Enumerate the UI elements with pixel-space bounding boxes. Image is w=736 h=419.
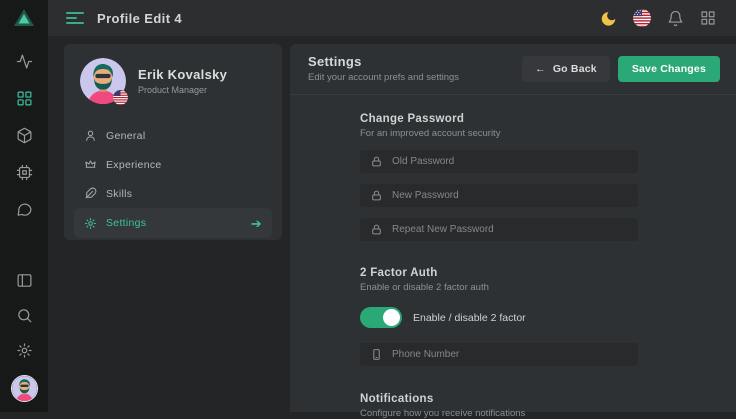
user-avatar[interactable] [11,375,38,402]
box-icon[interactable] [14,125,34,145]
old-password-field[interactable] [360,150,638,173]
save-changes-button[interactable]: Save Changes [618,56,720,82]
menu-item-experience[interactable]: Experience [74,150,272,179]
menu-icon[interactable] [66,12,84,24]
menu-item-general[interactable]: General [74,121,272,150]
new-password-input[interactable] [392,190,628,201]
menu-item-settings[interactable]: Settings ➔ [74,208,272,238]
two-factor-title: 2 Factor Auth [360,267,736,279]
menu-item-label: Experience [106,159,162,171]
crown-icon [84,158,97,171]
moon-icon[interactable] [600,10,617,27]
page-title: Profile Edit 4 [97,11,182,26]
chat-icon[interactable] [14,199,34,219]
profile-card-header: Erik Kovalsky Product Manager [74,58,272,104]
repeat-password-input[interactable] [392,224,628,235]
profile-identity: Erik Kovalsky Product Manager [138,67,227,95]
profile-avatar [80,58,126,104]
settings-title: Settings [308,54,459,69]
settings-body: Change Password For an improved account … [290,95,736,419]
phone-number-field[interactable] [360,343,638,366]
dashboard-grid-icon[interactable] [14,88,34,108]
rail-nav-top [14,51,34,219]
app-logo [0,0,48,36]
arrow-left-icon: ← [535,63,546,75]
two-factor-subtitle: Enable or disable 2 factor auth [360,282,736,293]
search-icon[interactable] [14,305,34,325]
menu-item-label: General [106,130,145,142]
settings-panel-header: Settings Edit your account prefs and set… [290,44,736,95]
lock-icon [370,223,383,236]
change-password-title: Change Password [360,113,736,125]
profile-menu: General Experience Skills Settings ➔ [74,121,272,238]
activity-icon[interactable] [14,51,34,71]
settings-heading: Settings Edit your account prefs and set… [308,54,459,83]
lock-icon [370,189,383,202]
settings-panel: Settings Edit your account prefs and set… [290,44,736,412]
menu-item-label: Settings [106,217,146,229]
profile-name: Erik Kovalsky [138,67,227,82]
notifications-title: Notifications [360,393,736,405]
arrow-right-icon: ➔ [251,217,262,230]
new-password-field[interactable] [360,184,638,207]
gear-icon[interactable] [14,340,34,360]
menu-item-skills[interactable]: Skills [74,179,272,208]
go-back-button[interactable]: ← Go Back [522,56,610,82]
old-password-input[interactable] [392,156,628,167]
notifications-section: Notifications Configure how you receive … [360,393,736,419]
two-factor-toggle-row: Enable / disable 2 factor [360,307,736,328]
two-factor-toggle[interactable] [360,307,402,328]
topbar-actions [600,9,716,27]
rail-nav-bottom [11,270,38,402]
topbar: Profile Edit 4 [48,0,736,36]
change-password-section: Change Password For an improved account … [360,113,736,241]
phone-number-input[interactable] [392,349,628,360]
smartphone-icon [370,348,383,361]
two-factor-section: 2 Factor Auth Enable or disable 2 factor… [360,267,736,366]
us-flag-icon[interactable] [633,9,651,27]
feather-icon [84,187,97,200]
save-changes-label: Save Changes [632,63,706,75]
profile-role: Product Manager [138,85,227,95]
icon-rail [0,0,48,412]
apps-grid-icon[interactable] [700,10,716,26]
gear-icon [84,217,97,230]
bell-icon[interactable] [667,10,684,27]
user-icon [84,129,97,142]
change-password-subtitle: For an improved account security [360,128,736,139]
profile-card: Erik Kovalsky Product Manager General Ex… [64,44,282,240]
two-factor-toggle-label: Enable / disable 2 factor [413,312,526,324]
us-flag-badge-icon [113,90,128,105]
panel-layout-icon[interactable] [14,270,34,290]
notifications-subtitle: Configure how you receive notifications [360,408,736,419]
menu-item-label: Skills [106,188,132,200]
go-back-label: Go Back [553,63,597,75]
settings-subtitle: Edit your account prefs and settings [308,72,459,83]
lock-icon [370,155,383,168]
repeat-password-field[interactable] [360,218,638,241]
settings-actions: ← Go Back Save Changes [522,56,720,82]
triangle-logo-icon [12,6,36,30]
cpu-icon[interactable] [14,162,34,182]
